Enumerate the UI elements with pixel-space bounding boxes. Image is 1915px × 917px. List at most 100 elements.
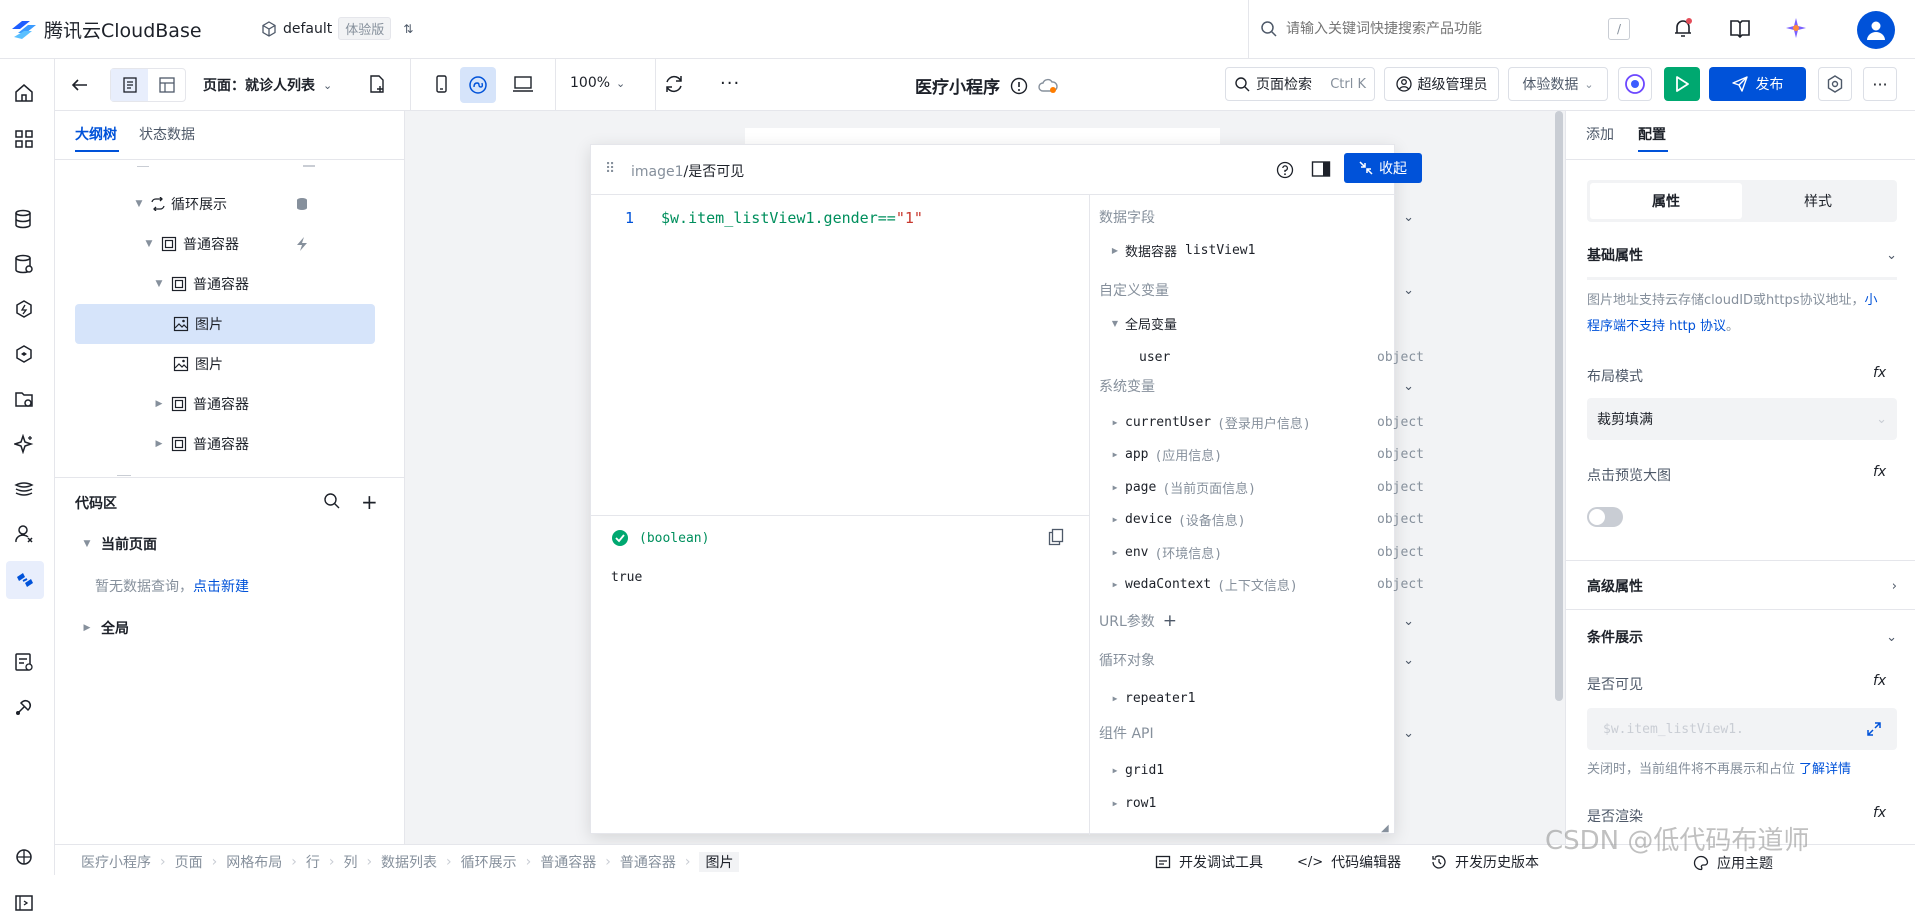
global-group[interactable]: ▶ 全局: [81, 618, 129, 638]
section-loop-objects[interactable]: 循环对象 ⌄: [1099, 645, 1434, 675]
breadcrumb-item[interactable]: 数据列表: [381, 852, 437, 872]
dev-tools-button[interactable]: 开发调试工具: [1155, 852, 1263, 872]
brand-logo[interactable]: 腾讯云CloudBase: [10, 16, 202, 43]
fx-icon[interactable]: fx: [1873, 673, 1886, 689]
collapse-button[interactable]: 收起: [1344, 153, 1422, 183]
section-basic[interactable]: 基础属性 ⌄: [1587, 245, 1897, 265]
info-icon[interactable]: [1010, 77, 1028, 95]
var-page[interactable]: ▶ page (当前页面信息) object: [1099, 472, 1424, 502]
var-data-container[interactable]: ▶ 数据容器 listView1: [1099, 235, 1434, 265]
tree-node-loop[interactable]: ▼ 循环展示: [75, 185, 380, 223]
preview-toggle[interactable]: [1587, 507, 1623, 527]
breadcrumb-item[interactable]: 医疗小程序: [81, 852, 151, 872]
subtab-styles[interactable]: 样式: [1742, 183, 1894, 219]
cloud-sync-icon[interactable]: [1038, 78, 1058, 94]
page-selector[interactable]: 页面：就诊人列表 ⌄: [203, 75, 332, 95]
section-condition[interactable]: 条件展示 ⌄: [1587, 627, 1897, 647]
fx-icon[interactable]: fx: [1873, 365, 1886, 381]
section-data-fields[interactable]: 数据字段 ⌄: [1099, 202, 1434, 232]
fx-icon[interactable]: fx: [1873, 464, 1886, 480]
tab-outline-tree[interactable]: 大纲树: [75, 124, 117, 144]
apps-grid-icon[interactable]: [14, 129, 34, 153]
storage-icon[interactable]: [14, 389, 34, 413]
global-search[interactable]: /: [1260, 14, 1630, 44]
tree-node-image[interactable]: 图片: [75, 345, 380, 383]
database-icon[interactable]: [295, 197, 309, 211]
visible-expression-field[interactable]: $w.item_listView1.: [1587, 708, 1897, 750]
caret-right-icon[interactable]: ▶: [153, 439, 165, 449]
fx-icon[interactable]: fx: [1873, 805, 1886, 821]
subtab-properties[interactable]: 属性: [1590, 183, 1742, 219]
more-menu-button[interactable]: ···: [1863, 67, 1897, 101]
code-editor-button[interactable]: </> 代码编辑器: [1297, 852, 1401, 872]
breadcrumb-item[interactable]: 循环展示: [461, 852, 517, 872]
home-icon[interactable]: [14, 83, 34, 107]
var-device[interactable]: ▶ device (设备信息) object: [1099, 504, 1424, 534]
expand-icon[interactable]: [1867, 722, 1881, 736]
breadcrumb-item[interactable]: 图片: [699, 852, 740, 872]
more-icon[interactable]: ···: [720, 73, 740, 94]
integration-icon[interactable]: [14, 479, 34, 503]
plugin-icon[interactable]: [14, 847, 34, 871]
caret-right-icon[interactable]: ▶: [153, 399, 165, 409]
settings-button[interactable]: [1818, 67, 1852, 101]
run-button[interactable]: [1664, 67, 1700, 101]
var-row[interactable]: ▶ row1: [1099, 788, 1434, 818]
ai-spark-icon[interactable]: [12, 433, 34, 458]
breadcrumb-item[interactable]: 列: [343, 852, 357, 872]
lightning-icon[interactable]: [295, 236, 309, 252]
var-current-user[interactable]: ▶ currentUser (登录用户信息) object: [1099, 407, 1424, 437]
data-model-icon[interactable]: [14, 254, 34, 278]
publish-button[interactable]: 发布: [1709, 67, 1806, 101]
caret-down-icon[interactable]: ▼: [143, 239, 155, 249]
user-avatar[interactable]: [1857, 11, 1895, 49]
var-weda-context[interactable]: ▶ wedaContext (上下文信息) object: [1099, 569, 1424, 599]
collapse-sidebar-icon[interactable]: [14, 893, 34, 917]
caret-down-icon[interactable]: ▼: [133, 199, 145, 209]
layout-view-button[interactable]: [148, 69, 185, 101]
extension-icon[interactable]: [14, 697, 34, 721]
ai-assistant-icon[interactable]: [1784, 16, 1808, 44]
var-user[interactable]: user object: [1099, 342, 1424, 372]
miniprogram-icon[interactable]: [460, 67, 496, 103]
breadcrumb-item[interactable]: 普通容器: [540, 852, 596, 872]
add-icon[interactable]: +: [1163, 611, 1177, 631]
tab-add[interactable]: 添加: [1586, 124, 1614, 144]
tree-node-container[interactable]: ▼ 普通容器: [75, 265, 380, 303]
bell-icon[interactable]: [1672, 17, 1694, 43]
breadcrumb-item[interactable]: 页面: [175, 852, 203, 872]
tree-node-container[interactable]: ▼ 普通容器: [75, 225, 380, 263]
tree-node-image-selected[interactable]: 图片: [75, 304, 375, 344]
zoom-selector[interactable]: 100% ⌄: [570, 75, 625, 91]
logs-icon[interactable]: [14, 652, 34, 676]
breadcrumb-item[interactable]: 普通容器: [620, 852, 676, 872]
code-editor[interactable]: 1 $w.item_listView1.gender=="1": [591, 195, 1083, 515]
resize-handle-icon[interactable]: ◢: [1381, 823, 1389, 834]
layout-mode-select[interactable]: 裁剪填满 ⌄: [1587, 398, 1897, 440]
section-advanced[interactable]: 高级属性 ›: [1587, 576, 1897, 596]
copy-icon[interactable]: [1048, 528, 1064, 550]
var-grid[interactable]: ▶ grid1: [1099, 755, 1434, 785]
current-page-group[interactable]: ▼ 当前页面: [81, 534, 157, 554]
env-selector[interactable]: default 体验版 ⇅: [261, 17, 413, 40]
caret-down-icon[interactable]: ▼: [153, 279, 165, 289]
tab-config[interactable]: 配置: [1638, 124, 1666, 144]
page-search-button[interactable]: 页面检索 Ctrl K: [1225, 67, 1375, 101]
tree-node-container[interactable]: ▶ 普通容器: [75, 385, 380, 423]
help-icon[interactable]: [1276, 161, 1294, 183]
role-button[interactable]: 超级管理员: [1384, 67, 1499, 101]
create-query-link[interactable]: 点击新建: [193, 579, 249, 595]
function-icon[interactable]: [14, 299, 34, 323]
var-global[interactable]: ▼ 全局变量: [1099, 308, 1434, 338]
mobile-icon[interactable]: [431, 74, 451, 98]
section-custom-vars[interactable]: 自定义变量 ⌄: [1099, 275, 1434, 305]
app-theme-button[interactable]: 应用主题: [1693, 853, 1773, 873]
cloud-run-icon[interactable]: [14, 344, 34, 368]
lowcode-icon[interactable]: [6, 561, 44, 599]
breadcrumb-item[interactable]: 行: [306, 852, 320, 872]
breadcrumb-item[interactable]: 网格布局: [226, 852, 282, 872]
section-system-vars[interactable]: 系统变量 ⌄: [1099, 371, 1434, 401]
var-env[interactable]: ▶ env (环境信息) object: [1099, 537, 1424, 567]
preview-eye-button[interactable]: [1618, 67, 1652, 101]
tab-state-data[interactable]: 状态数据: [139, 124, 195, 144]
